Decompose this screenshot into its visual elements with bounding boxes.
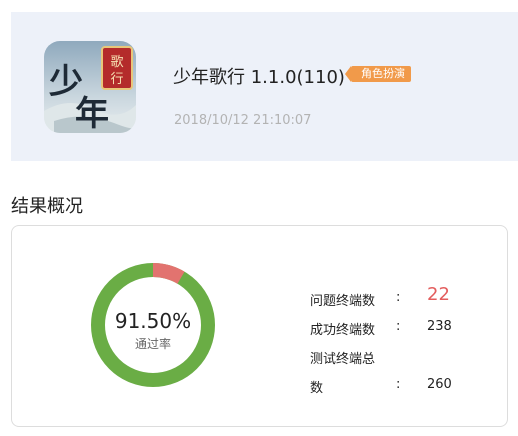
app-header: 歌 行 少 年 少年歌行 1.1.0(110) 角色扮演 2018/10/12 … xyxy=(11,12,518,161)
app-icon[interactable]: 歌 行 少 年 xyxy=(44,41,136,133)
pass-rate-value: 91.50% xyxy=(114,309,192,333)
app-title: 少年歌行 1.1.0(110) xyxy=(173,67,345,88)
stat-label-total-line1: 测试终端总 xyxy=(310,352,376,367)
stat-label-success: 成功终端数 xyxy=(310,323,376,338)
icon-char-2: 年 xyxy=(75,94,109,133)
genre-badge: 角色扮演 xyxy=(345,66,411,82)
stat-label-problem: 问题终端数 xyxy=(310,294,376,309)
stat-colon-success: : xyxy=(396,319,401,334)
app-timestamp: 2018/10/12 21:10:07 xyxy=(174,113,312,128)
section-title: 结果概况 xyxy=(11,196,83,217)
stat-value-problem: 22 xyxy=(427,284,450,305)
pass-rate-label: 通过率 xyxy=(134,337,171,351)
stat-colon-total: : xyxy=(396,377,401,392)
stat-value-success: 238 xyxy=(427,319,452,334)
stat-colon-problem: : xyxy=(396,290,401,305)
icon-tag-text-2: 行 xyxy=(110,72,123,87)
summary-card: 91.50% 通过率 问题终端数 : 22 成功终端数 : 238 测试终端总 … xyxy=(11,225,508,427)
icon-tag-text-1: 歌 xyxy=(110,55,123,70)
stat-value-total: 260 xyxy=(427,377,452,392)
stat-label-total-line2: 数 xyxy=(310,381,324,396)
app-icon-image: 歌 行 少 年 xyxy=(44,41,136,133)
